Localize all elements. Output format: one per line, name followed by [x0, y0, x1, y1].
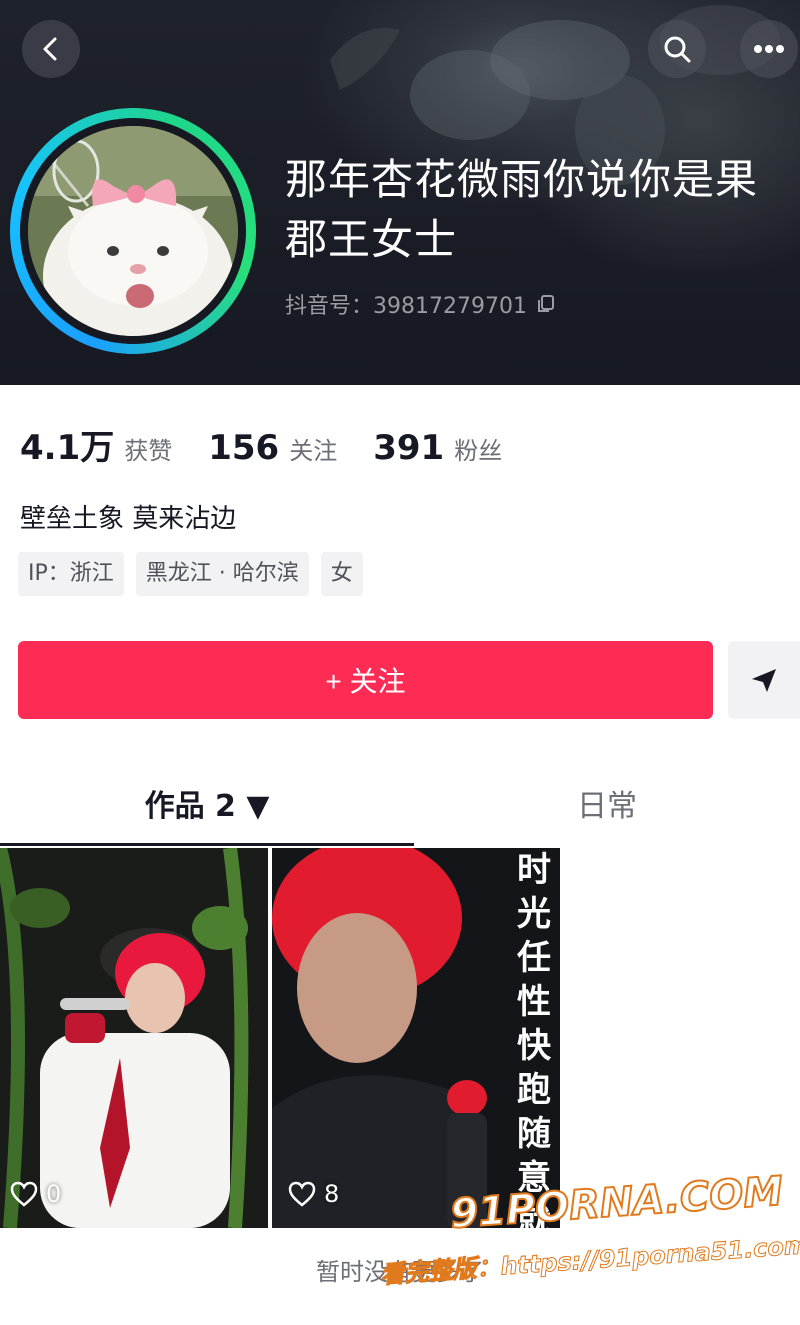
search-button[interactable]	[648, 20, 706, 78]
followers-count[interactable]: 391	[373, 428, 444, 468]
likes-count[interactable]: 4.1万	[20, 420, 114, 469]
back-button[interactable]	[22, 20, 80, 78]
following-count[interactable]: 156	[208, 428, 279, 468]
like-number: 8	[324, 1180, 340, 1208]
no-more-content-text: 暂时没有更多了	[316, 1258, 484, 1286]
tag-gender: 女	[320, 552, 363, 596]
tab-works[interactable]: 作品 2 ▼	[0, 760, 414, 846]
video-thumbnail[interactable]: 0	[0, 848, 268, 1228]
like-number: 0	[46, 1180, 62, 1208]
bio: 壁垒土象 莫来沾边	[20, 504, 237, 534]
video-cover-image	[0, 848, 268, 1228]
video-thumbnail[interactable]: 时光任性快跑随意就好 8	[272, 848, 560, 1228]
share-button[interactable]	[728, 641, 800, 719]
likes-label: 获赞	[124, 437, 173, 465]
profile-header: 那年杏花微雨你说你是果郡王女士 抖音号：39817279701	[0, 0, 800, 385]
search-icon	[664, 36, 691, 63]
video-overlay-text: 时光任性快跑随意就好	[517, 850, 551, 1228]
send-icon	[752, 669, 776, 692]
tag-location: 黑龙江 · 哈尔滨	[135, 552, 309, 596]
stats-row: 4.1万 获赞 156 关注 391 粉丝	[20, 420, 538, 469]
display-name: 那年杏花微雨你说你是果郡王女士	[285, 155, 759, 264]
cat-avatar-image	[28, 126, 238, 336]
profile-tags: IP：浙江 黑龙江 · 哈尔滨 女	[18, 552, 363, 596]
more-icon	[754, 45, 784, 53]
content-tabs: 作品 2 ▼ 日常	[0, 760, 800, 846]
back-arrow-icon	[43, 37, 57, 61]
video-grid: 0 时光任性快跑随意就好 8	[0, 848, 800, 1228]
heart-icon	[288, 1181, 316, 1207]
video-like-count: 0	[10, 1180, 61, 1208]
tag-ip: IP：浙江	[18, 552, 124, 596]
active-tab-indicator	[0, 843, 414, 846]
video-like-count: 8	[288, 1180, 339, 1208]
tab-daily[interactable]: 日常	[414, 760, 800, 846]
heart-icon	[10, 1181, 38, 1207]
copy-icon[interactable]	[535, 293, 557, 315]
avatar-ring	[10, 108, 256, 354]
douyin-id[interactable]: 抖音号：39817279701	[285, 288, 557, 320]
following-label: 关注	[289, 437, 338, 465]
follow-button[interactable]: + 关注	[18, 641, 713, 719]
avatar[interactable]	[28, 126, 238, 336]
more-button[interactable]	[740, 20, 798, 78]
douyin-id-text: 抖音号：39817279701	[285, 294, 527, 319]
followers-label: 粉丝	[454, 437, 503, 465]
